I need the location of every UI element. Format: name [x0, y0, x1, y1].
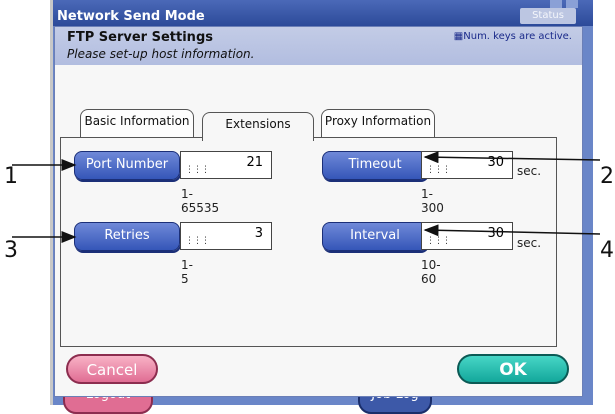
callout-2-arrow: [423, 151, 601, 164]
callout-arrows: [12, 151, 601, 243]
callout-4-arrow: [423, 224, 601, 237]
